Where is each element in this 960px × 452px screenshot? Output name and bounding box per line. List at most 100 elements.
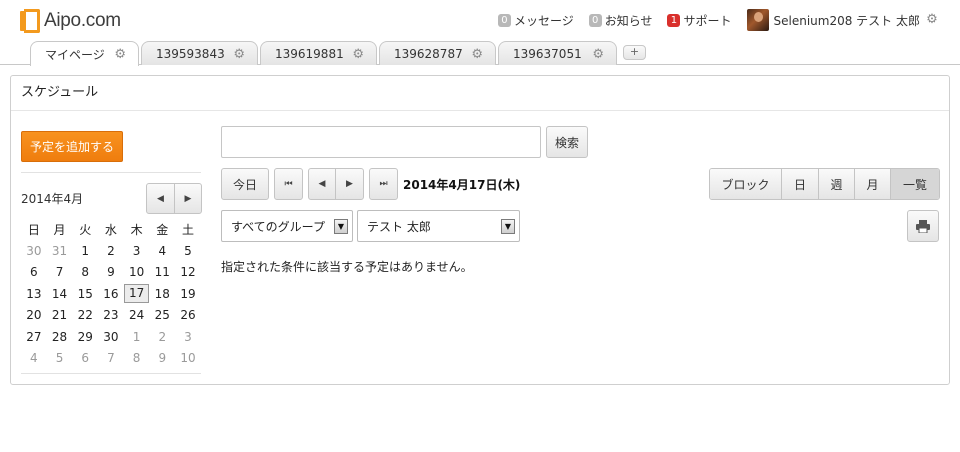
user-menu[interactable]: Selenium208 テスト 太郎 ⚙ bbox=[746, 9, 939, 31]
skip-back-icon: ⏮ bbox=[284, 179, 293, 189]
tab-label: 139628787 bbox=[394, 46, 463, 61]
calendar-day[interactable]: 1 bbox=[124, 326, 150, 347]
view-block-button[interactable]: ブロック bbox=[710, 169, 782, 199]
calendar-day[interactable]: 5 bbox=[175, 240, 201, 261]
calendar-day[interactable]: 26 bbox=[175, 305, 201, 326]
add-tab-button[interactable]: + bbox=[623, 45, 646, 60]
calendar-week: 4 5 6 7 8 9 10 bbox=[21, 347, 201, 368]
current-date: 2014年4月17日(木) bbox=[403, 178, 521, 192]
calendar-day[interactable]: 10 bbox=[124, 262, 150, 283]
calendar-day[interactable]: 4 bbox=[149, 240, 175, 261]
view-week-button[interactable]: 週 bbox=[819, 169, 855, 199]
notices-link[interactable]: 0 お知らせ bbox=[588, 12, 652, 29]
calendar-day[interactable]: 18 bbox=[149, 283, 175, 304]
search-input[interactable] bbox=[221, 126, 541, 158]
calendar-day[interactable]: 20 bbox=[21, 305, 47, 326]
tab-gear-icon[interactable]: ⚙ bbox=[114, 47, 126, 62]
view-list-button[interactable]: 一覧 bbox=[891, 169, 939, 199]
no-schedule-message: 指定された条件に該当する予定はありません。 bbox=[221, 260, 473, 274]
next-day-button[interactable]: ▶ bbox=[335, 168, 364, 200]
mini-calendar-next-button[interactable]: ▶ bbox=[174, 183, 202, 214]
calendar-day[interactable]: 29 bbox=[72, 326, 98, 347]
calendar-day[interactable]: 2 bbox=[98, 240, 124, 261]
tab-gear-icon[interactable]: ⚙ bbox=[471, 47, 483, 62]
calendar-day[interactable]: 25 bbox=[149, 305, 175, 326]
calendar-day[interactable]: 8 bbox=[124, 347, 150, 368]
prev-day-button[interactable]: ◀ bbox=[308, 168, 336, 200]
last-page-button[interactable]: ⏭ bbox=[369, 168, 398, 200]
search-button[interactable]: 検索 bbox=[546, 126, 588, 158]
aipo-logo[interactable]: Aipo.com bbox=[20, 8, 121, 34]
calendar-day[interactable]: 2 bbox=[149, 326, 175, 347]
calendar-day[interactable]: 30 bbox=[21, 240, 47, 261]
calendar-day[interactable]: 4 bbox=[21, 347, 47, 368]
tab-label: 139637051 bbox=[513, 46, 582, 61]
calendar-day[interactable]: 19 bbox=[175, 283, 201, 304]
caret-left-icon: ◀ bbox=[157, 193, 164, 204]
calendar-day[interactable]: 15 bbox=[72, 283, 98, 304]
calendar-day[interactable]: 31 bbox=[47, 240, 73, 261]
skip-forward-icon: ⏭ bbox=[379, 179, 388, 189]
calendar-day[interactable]: 10 bbox=[175, 347, 201, 368]
calendar-day-today[interactable]: 17 bbox=[124, 283, 150, 304]
calendar-day[interactable]: 8 bbox=[72, 262, 98, 283]
messages-link[interactable]: 0 メッセージ bbox=[497, 12, 574, 29]
calendar-day[interactable]: 24 bbox=[124, 305, 150, 326]
calendar-day[interactable]: 21 bbox=[47, 305, 73, 326]
support-count-badge: 1 bbox=[667, 13, 681, 27]
tab-139593843[interactable]: 139593843 ⚙ bbox=[141, 41, 258, 65]
calendar-week: 13 14 15 16 17 18 19 bbox=[21, 283, 201, 304]
weekday-label: 日 bbox=[27, 223, 40, 238]
tab-gear-icon[interactable]: ⚙ bbox=[592, 47, 604, 62]
notices-count-badge: 0 bbox=[588, 13, 602, 27]
calendar-day[interactable]: 6 bbox=[72, 347, 98, 368]
header-nav: 0 メッセージ 0 お知らせ 1 サポート Selenium208 テスト 太郎… bbox=[483, 9, 938, 31]
first-page-button[interactable]: ⏮ bbox=[274, 168, 303, 200]
view-month-button[interactable]: 月 bbox=[855, 169, 891, 199]
support-link[interactable]: 1 サポート bbox=[667, 12, 732, 29]
weekday-label: 月 bbox=[53, 223, 66, 238]
calendar-day[interactable]: 13 bbox=[21, 283, 47, 304]
logo-text: Aipo.com bbox=[44, 10, 121, 31]
user-name: Selenium208 テスト 太郎 bbox=[773, 13, 921, 28]
tab-139619881[interactable]: 139619881 ⚙ bbox=[260, 41, 377, 65]
calendar-day[interactable]: 6 bbox=[21, 262, 47, 283]
view-day-button[interactable]: 日 bbox=[782, 169, 819, 199]
calendar-day[interactable]: 9 bbox=[149, 347, 175, 368]
calendar-day[interactable]: 22 bbox=[72, 305, 98, 326]
tab-139637051[interactable]: 139637051 ⚙ bbox=[498, 41, 617, 65]
calendar-day[interactable]: 7 bbox=[47, 262, 73, 283]
mini-calendar-prev-button[interactable]: ◀ bbox=[146, 183, 175, 214]
divider bbox=[21, 172, 201, 173]
tab-gear-icon[interactable]: ⚙ bbox=[233, 47, 245, 62]
today-button[interactable]: 今日 bbox=[221, 168, 269, 200]
calendar-day[interactable]: 3 bbox=[175, 326, 201, 347]
group-select[interactable]: すべてのグループ ▼ bbox=[221, 210, 353, 242]
calendar-day[interactable]: 9 bbox=[98, 262, 124, 283]
calendar-day[interactable]: 30 bbox=[98, 326, 124, 347]
calendar-day[interactable]: 12 bbox=[175, 262, 201, 283]
divider bbox=[21, 373, 201, 374]
tab-139628787[interactable]: 139628787 ⚙ bbox=[379, 41, 496, 65]
calendar-day[interactable]: 1 bbox=[72, 240, 98, 261]
calendar-day[interactable]: 28 bbox=[47, 326, 73, 347]
calendar-day[interactable]: 14 bbox=[47, 283, 73, 304]
tab-gear-icon[interactable]: ⚙ bbox=[352, 47, 364, 62]
user-settings-gear-icon[interactable]: ⚙ bbox=[926, 13, 938, 26]
calendar-day[interactable]: 27 bbox=[21, 326, 47, 347]
member-select[interactable]: テスト 太郎 ▼ bbox=[357, 210, 520, 242]
dropdown-arrow-icon: ▼ bbox=[334, 219, 348, 234]
tab-bar: マイページ ⚙ 139593843 ⚙ 139619881 ⚙ 13962878… bbox=[0, 39, 960, 66]
mini-calendar: 日 月 火 水 木 金 土 30 31 1 2 3 4 5 6 7 8 9 10… bbox=[21, 219, 201, 369]
calendar-day[interactable]: 16 bbox=[98, 283, 124, 304]
calendar-day[interactable]: 7 bbox=[98, 347, 124, 368]
top-header: Aipo.com 0 メッセージ 0 お知らせ 1 サポート Selenium2… bbox=[0, 0, 960, 40]
print-button[interactable] bbox=[907, 210, 939, 242]
calendar-day[interactable]: 5 bbox=[47, 347, 73, 368]
calendar-day[interactable]: 23 bbox=[98, 305, 124, 326]
calendar-day[interactable]: 11 bbox=[149, 262, 175, 283]
tab-my-page[interactable]: マイページ ⚙ bbox=[30, 41, 139, 66]
printer-icon bbox=[916, 219, 930, 233]
calendar-day[interactable]: 3 bbox=[124, 240, 150, 261]
add-schedule-button[interactable]: 予定を追加する bbox=[21, 131, 123, 162]
